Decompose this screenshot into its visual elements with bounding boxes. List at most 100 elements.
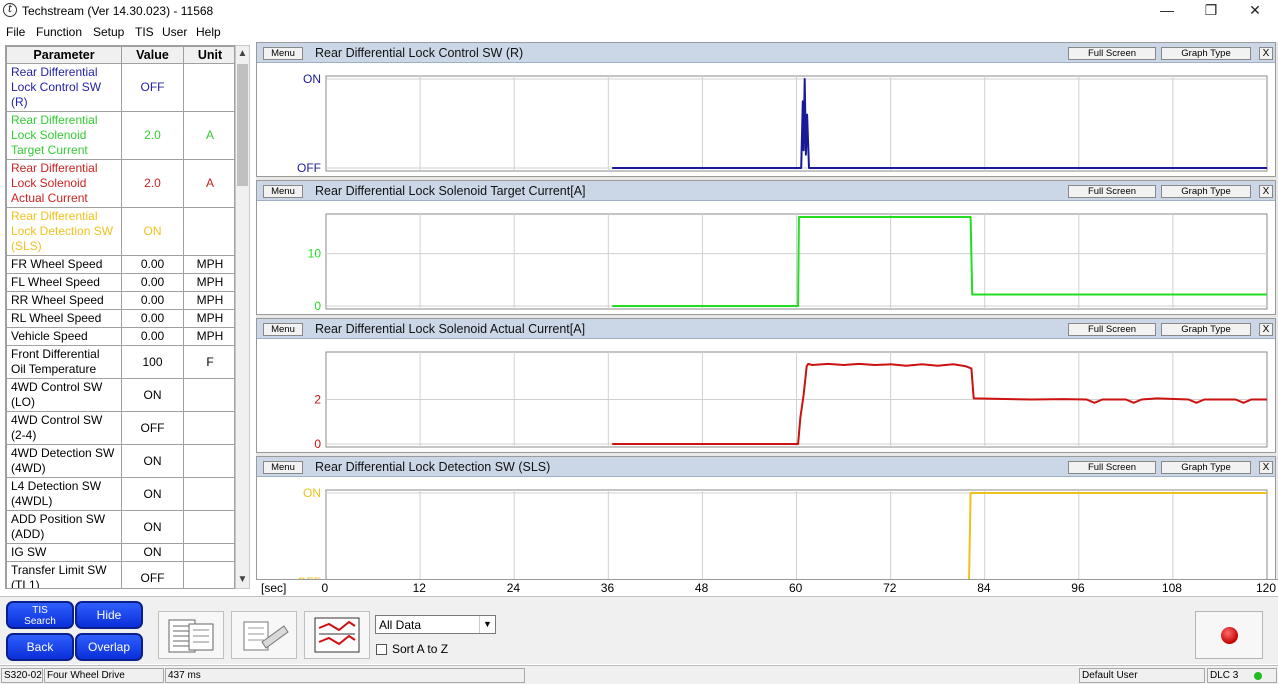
data-filter-select[interactable]: All Data ▼: [375, 615, 496, 634]
graph-type-button[interactable]: Graph Type: [1161, 323, 1251, 336]
table-row[interactable]: Rear Differential Lock Detection SW (SLS…: [6, 207, 234, 256]
header-unit[interactable]: Unit: [183, 46, 234, 64]
param-value: OFF: [121, 63, 184, 112]
graph-view-icon[interactable]: [304, 611, 370, 659]
graph-title: Rear Differential Lock Solenoid Actual C…: [315, 322, 586, 336]
graph-close-button[interactable]: X: [1259, 461, 1273, 474]
x-tick-label: 48: [694, 581, 709, 595]
overlap-button[interactable]: Overlap: [75, 633, 143, 661]
graph-title: Rear Differential Lock Control SW (R): [315, 46, 524, 60]
table-row[interactable]: RR Wheel Speed 0.00 MPH: [6, 291, 234, 310]
table-row[interactable]: 4WD Detection SW (4WD) ON: [6, 444, 234, 478]
graph-close-button[interactable]: X: [1259, 47, 1273, 60]
header-value[interactable]: Value: [121, 46, 184, 64]
scroll-thumb[interactable]: [237, 64, 248, 186]
table-row[interactable]: Front Differential Oil Temperature 100 F: [6, 345, 234, 379]
graph-panel-1: Menu Rear Differential Lock Control SW (…: [256, 42, 1276, 177]
param-unit: [183, 411, 234, 445]
title-bar: t Techstream (Ver 14.30.023) - 11568 — ❐…: [0, 0, 1278, 22]
graph-close-button[interactable]: X: [1259, 185, 1273, 198]
full-screen-button[interactable]: Full Screen: [1068, 47, 1156, 60]
graph-plot-2: 10 0: [308, 213, 1268, 313]
table-row[interactable]: IG SW ON: [6, 543, 234, 562]
param-name: ADD Position SW (ADD): [6, 510, 122, 544]
table-row[interactable]: FR Wheel Speed 0.00 MPH: [6, 255, 234, 274]
maximize-button[interactable]: ❐: [1189, 0, 1233, 22]
hide-button[interactable]: Hide: [75, 601, 143, 629]
param-name: L4 Detection SW (4WDL): [6, 477, 122, 511]
param-value: 2.0: [121, 111, 184, 160]
full-screen-button[interactable]: Full Screen: [1068, 185, 1156, 198]
param-value: ON: [121, 477, 184, 511]
param-value: OFF: [121, 411, 184, 445]
connection-status-icon: [1254, 672, 1262, 680]
time-axis: [sec] 0 12 24 36 48 60 72 84 96 108 120: [256, 579, 1278, 596]
graph-header: Menu Rear Differential Lock Detection SW…: [257, 457, 1275, 477]
table-row[interactable]: RL Wheel Speed 0.00 MPH: [6, 309, 234, 328]
graph-plot-3: 20: [314, 351, 1268, 451]
graph-close-button[interactable]: X: [1259, 323, 1273, 336]
menu-function[interactable]: Function: [36, 25, 82, 39]
close-window-button[interactable]: ✕: [1233, 0, 1277, 22]
x-tick-label: 108: [1161, 581, 1182, 595]
param-name: Vehicle Speed: [6, 327, 122, 346]
param-unit: [183, 543, 234, 562]
tis-search-button[interactable]: TIS Search: [6, 601, 74, 629]
minimize-button[interactable]: —: [1145, 0, 1189, 22]
record-icon: [1221, 627, 1238, 644]
parameter-table: Parameter Value Unit Rear Differential L…: [6, 46, 234, 588]
record-button[interactable]: [1195, 611, 1263, 659]
sort-a-to-z-label: Sort A to Z: [392, 642, 449, 656]
sort-a-to-z-checkbox[interactable]: [376, 644, 387, 655]
menu-tis[interactable]: TIS: [135, 25, 154, 39]
graph-menu-button[interactable]: Menu: [263, 47, 303, 60]
table-row[interactable]: ADD Position SW (ADD) ON: [6, 510, 234, 544]
dropdown-arrow-icon[interactable]: ▼: [479, 616, 495, 633]
graph-menu-button[interactable]: Menu: [263, 461, 303, 474]
graph-type-button[interactable]: Graph Type: [1161, 47, 1251, 60]
table-row[interactable]: Vehicle Speed 0.00 MPH: [6, 327, 234, 346]
menu-user[interactable]: User: [162, 25, 187, 39]
param-value: ON: [121, 207, 184, 256]
table-row[interactable]: Rear Differential Lock Control SW (R) OF…: [6, 63, 234, 112]
menu-file[interactable]: File: [6, 25, 25, 39]
menu-help[interactable]: Help: [196, 25, 221, 39]
table-row[interactable]: Transfer Limit SW (TL1) OFF: [6, 561, 234, 588]
graph-header: Menu Rear Differential Lock Solenoid Act…: [257, 319, 1275, 339]
snapshot-icon[interactable]: [231, 611, 297, 659]
graph-type-button[interactable]: Graph Type: [1161, 461, 1251, 474]
graph-type-button[interactable]: Graph Type: [1161, 185, 1251, 198]
scroll-up-icon[interactable]: ▲: [236, 46, 249, 62]
back-button[interactable]: Back: [6, 633, 74, 661]
graph-menu-button[interactable]: Menu: [263, 185, 303, 198]
status-connection: DLC 3: [1207, 668, 1277, 683]
table-row[interactable]: Rear Differential Lock Solenoid Actual C…: [6, 159, 234, 208]
param-value: ON: [121, 444, 184, 478]
x-tick-label: 24: [506, 581, 521, 595]
header-parameter[interactable]: Parameter: [6, 46, 122, 64]
parameter-scrollbar[interactable]: ▲ ▼: [235, 45, 250, 589]
param-unit: MPH: [183, 273, 234, 292]
param-value: 0.00: [121, 309, 184, 328]
table-row[interactable]: L4 Detection SW (4WDL) ON: [6, 477, 234, 511]
data-list-icon[interactable]: [158, 611, 224, 659]
param-unit: MPH: [183, 291, 234, 310]
graph-panel-3: Menu Rear Differential Lock Solenoid Act…: [256, 318, 1276, 453]
tis-search-label-line1: TIS: [32, 605, 48, 616]
table-row[interactable]: Rear Differential Lock Solenoid Target C…: [6, 111, 234, 160]
full-screen-button[interactable]: Full Screen: [1068, 323, 1156, 336]
table-row[interactable]: 4WD Control SW (2-4) OFF: [6, 411, 234, 445]
scroll-down-icon[interactable]: ▼: [236, 572, 249, 588]
param-unit: [183, 378, 234, 412]
x-tick-label: 96: [1071, 581, 1085, 595]
graph-area: Menu Rear Differential Lock Control SW (…: [256, 42, 1278, 596]
table-row[interactable]: FL Wheel Speed 0.00 MPH: [6, 273, 234, 292]
full-screen-button[interactable]: Full Screen: [1068, 461, 1156, 474]
graph-menu-button[interactable]: Menu: [263, 323, 303, 336]
menu-setup[interactable]: Setup: [93, 25, 124, 39]
param-unit: [183, 444, 234, 478]
graph-panel-2: Menu Rear Differential Lock Solenoid Tar…: [256, 180, 1276, 315]
param-unit: A: [183, 159, 234, 208]
param-name: 4WD Control SW (2-4): [6, 411, 122, 445]
table-row[interactable]: 4WD Control SW (LO) ON: [6, 378, 234, 412]
